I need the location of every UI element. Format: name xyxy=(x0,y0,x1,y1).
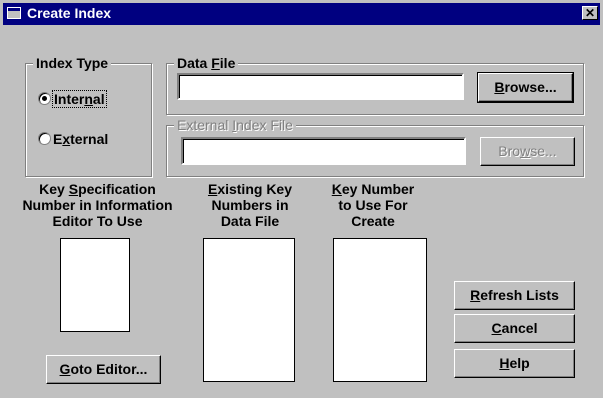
existing-keys-label: Existing Key Numbers in Data File xyxy=(207,181,293,229)
close-icon[interactable]: ✕ xyxy=(582,6,598,20)
window-title: Create Index xyxy=(27,5,112,21)
radio-external-label: External xyxy=(53,131,109,147)
data-file-group: Data File Browse... xyxy=(166,55,584,115)
index-type-group: Index Type Internal External xyxy=(25,55,152,177)
external-index-file-group: External Index File Browse... xyxy=(166,117,584,177)
create-index-dialog: Create Index ✕ Index Type Internal Exter… xyxy=(0,0,603,398)
browse-external-index-button[interactable]: Browse... xyxy=(480,137,575,166)
window-icon xyxy=(7,7,21,19)
title-bar[interactable]: Create Index ✕ xyxy=(3,3,600,25)
radio-internal[interactable]: Internal xyxy=(38,90,107,108)
key-spec-list[interactable] xyxy=(60,238,130,332)
index-type-legend: Index Type xyxy=(33,55,112,71)
radio-internal-label: Internal xyxy=(52,90,107,108)
cancel-button[interactable]: Cancel xyxy=(454,314,575,343)
data-file-legend: Data File xyxy=(174,55,239,71)
goto-editor-button[interactable]: Goto Editor... xyxy=(46,355,161,384)
radio-external-dot[interactable] xyxy=(38,132,51,145)
radio-internal-dot[interactable] xyxy=(38,92,51,105)
key-spec-label: Key Specification Number in Information … xyxy=(22,181,173,229)
existing-keys-list[interactable] xyxy=(203,238,295,382)
external-index-file-input[interactable] xyxy=(181,137,466,165)
browse-data-file-button[interactable]: Browse... xyxy=(477,72,574,103)
key-number-list[interactable] xyxy=(333,238,427,382)
refresh-lists-button[interactable]: Refresh Lists xyxy=(454,281,575,310)
external-index-file-legend: External Index File xyxy=(174,117,296,133)
data-file-input[interactable] xyxy=(177,73,464,100)
help-button[interactable]: Help xyxy=(454,349,575,378)
key-number-label: Key Number to Use For Create xyxy=(331,181,415,229)
radio-external[interactable]: External xyxy=(38,131,108,147)
